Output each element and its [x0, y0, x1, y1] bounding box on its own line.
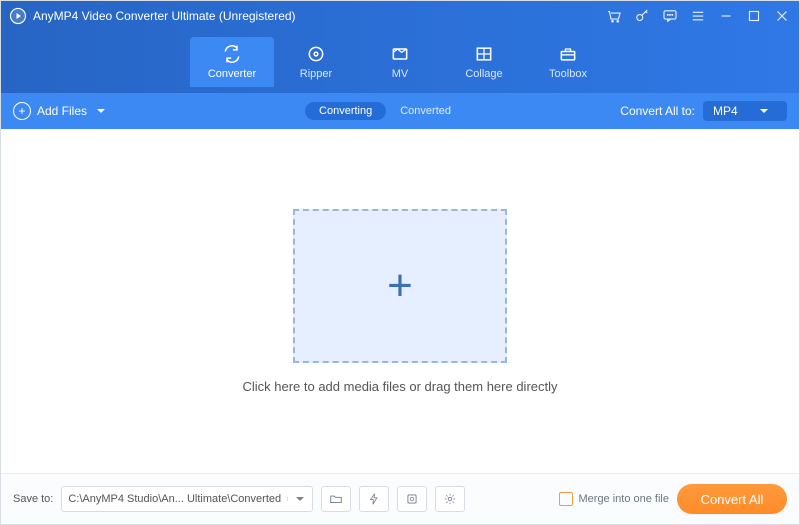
- merge-checkbox[interactable]: Merge into one file: [559, 492, 670, 506]
- plus-icon: +: [387, 264, 413, 308]
- ripper-icon: [306, 44, 326, 64]
- tab-ripper[interactable]: Ripper: [274, 37, 358, 87]
- tab-label: Converter: [208, 68, 256, 80]
- feedback-icon[interactable]: [661, 7, 679, 25]
- segmented-label: Converted: [400, 105, 451, 117]
- format-select[interactable]: MP4: [703, 101, 787, 121]
- tab-label: Toolbox: [549, 68, 587, 80]
- chevron-down-icon: [97, 109, 105, 113]
- tab-label: Collage: [465, 68, 502, 80]
- tab-label: MV: [392, 68, 409, 80]
- tab-label: Ripper: [300, 68, 332, 80]
- convert-all-button[interactable]: Convert All: [677, 484, 787, 514]
- tab-converter[interactable]: Converter: [190, 37, 274, 87]
- settings-button[interactable]: [435, 486, 465, 512]
- segmented-label: Converting: [319, 105, 372, 117]
- app-title: AnyMP4 Video Converter Ultimate (Unregis…: [33, 9, 296, 23]
- chevron-down-icon: [760, 109, 768, 113]
- mv-icon: [390, 44, 410, 64]
- main-tabs: Converter Ripper MV Collage: [1, 31, 799, 93]
- convert-all-to-label: Convert All to:: [620, 104, 695, 118]
- convert-all-label: Convert All: [701, 492, 764, 507]
- toolbox-icon: [558, 44, 578, 64]
- tab-converting[interactable]: Converting: [305, 102, 386, 120]
- save-path-field[interactable]: C:\AnyMP4 Studio\An... Ultimate\Converte…: [61, 486, 313, 512]
- dropzone[interactable]: +: [293, 209, 507, 363]
- minimize-icon[interactable]: [717, 7, 735, 25]
- footer: Save to: C:\AnyMP4 Studio\An... Ultimate…: [1, 473, 799, 524]
- cart-icon[interactable]: [605, 7, 623, 25]
- window-controls: [605, 7, 791, 25]
- add-files-button[interactable]: + Add Files: [13, 102, 105, 120]
- subbar: + Add Files Converting Converted Convert…: [1, 93, 799, 129]
- format-value: MP4: [713, 104, 738, 118]
- plus-circle-icon: +: [13, 102, 31, 120]
- titlebar: AnyMP4 Video Converter Ultimate (Unregis…: [1, 1, 799, 31]
- add-files-label: Add Files: [37, 104, 87, 118]
- checkbox-icon: [559, 492, 573, 506]
- maximize-icon[interactable]: [745, 7, 763, 25]
- collage-icon: [474, 44, 494, 64]
- app-logo-icon: [9, 7, 27, 25]
- tab-toolbox[interactable]: Toolbox: [526, 37, 610, 87]
- hardware-accel-button[interactable]: [359, 486, 389, 512]
- converter-icon: [222, 44, 242, 64]
- chevron-down-icon: [296, 497, 304, 501]
- key-icon[interactable]: [633, 7, 651, 25]
- task-schedule-button[interactable]: [397, 486, 427, 512]
- convert-all-to: Convert All to: MP4: [620, 101, 787, 121]
- merge-label: Merge into one file: [579, 493, 670, 505]
- tab-converted[interactable]: Converted: [386, 102, 465, 120]
- dropzone-label: Click here to add media files or drag th…: [242, 379, 557, 394]
- main-area: + Click here to add media files or drag …: [1, 129, 799, 473]
- save-to-label: Save to:: [13, 493, 53, 505]
- tab-mv[interactable]: MV: [358, 37, 442, 87]
- tab-collage[interactable]: Collage: [442, 37, 526, 87]
- close-icon[interactable]: [773, 7, 791, 25]
- open-folder-button[interactable]: [321, 486, 351, 512]
- header: AnyMP4 Video Converter Ultimate (Unregis…: [1, 1, 799, 93]
- save-path-dropdown[interactable]: [287, 497, 312, 501]
- save-path-text: C:\AnyMP4 Studio\An... Ultimate\Converte…: [62, 493, 287, 505]
- app-window: AnyMP4 Video Converter Ultimate (Unregis…: [0, 0, 800, 525]
- status-segmented: Converting Converted: [305, 102, 465, 120]
- menu-icon[interactable]: [689, 7, 707, 25]
